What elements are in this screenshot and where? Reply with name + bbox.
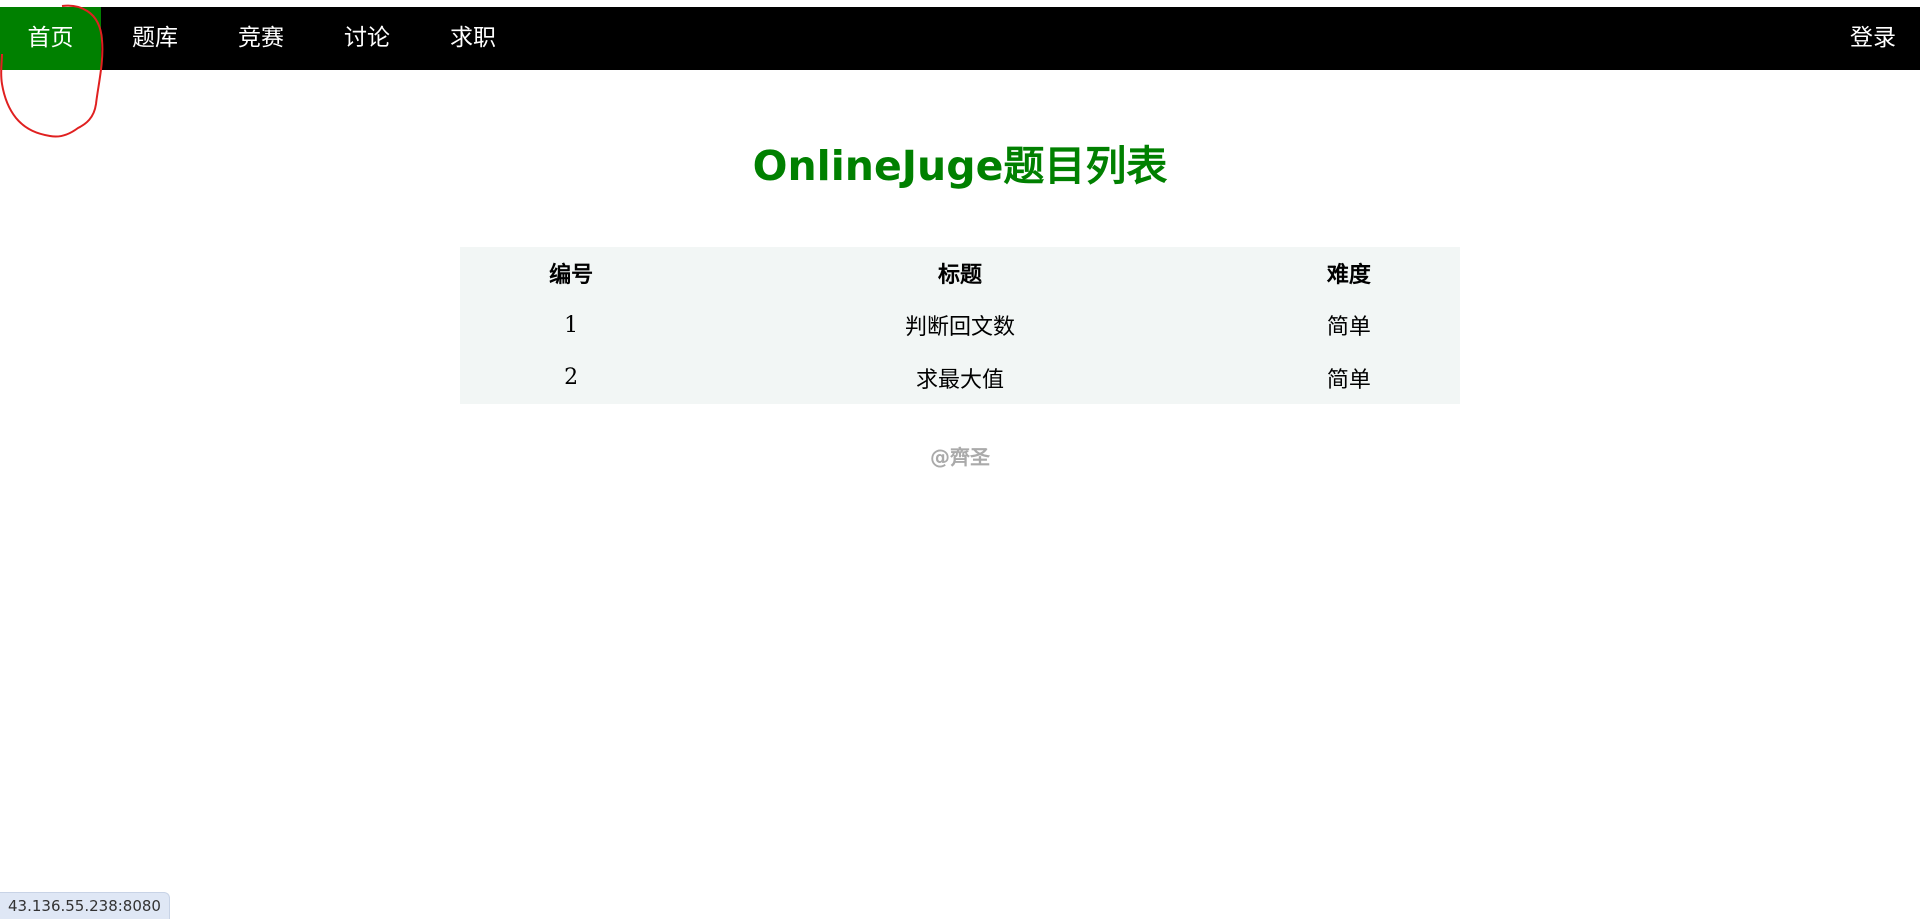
problem-table: 编号 标题 难度 1 判断回文数 简单 2 求最大值 简单 (460, 247, 1460, 404)
problem-title-link[interactable]: 判断回文数 (682, 299, 1238, 352)
table-header-row: 编号 标题 难度 (460, 247, 1460, 299)
nav-item-home[interactable]: 首页 (0, 7, 101, 70)
nav-item-contest[interactable]: 竞赛 (214, 7, 308, 70)
column-header-difficulty: 难度 (1326, 262, 1371, 288)
problem-id: 2 (564, 365, 579, 391)
nav-item-problem-bank[interactable]: 题库 (108, 7, 202, 70)
column-header-title: 标题 (937, 262, 982, 288)
page-title: OnlineJuge题目列表 (752, 142, 1168, 190)
problem-id: 1 (564, 312, 579, 338)
footer-credit: @齊圣 (930, 445, 990, 469)
login-link[interactable]: 登录 (1850, 7, 1896, 70)
nav-item-discussion[interactable]: 讨论 (320, 7, 414, 70)
table-row: 2 求最大值 简单 (460, 352, 1460, 405)
problem-title-link[interactable]: 求最大值 (682, 352, 1238, 405)
top-navbar: 首页 题库 竞赛 讨论 求职 登录 (0, 7, 1920, 70)
table-row: 1 判断回文数 简单 (460, 299, 1460, 352)
problem-difficulty: 简单 (1326, 315, 1371, 341)
problem-difficulty: 简单 (1326, 367, 1371, 393)
nav-item-jobs[interactable]: 求职 (426, 7, 520, 70)
browser-status-bar: 43.136.55.238:8080 (0, 892, 170, 919)
column-header-id: 编号 (549, 262, 594, 288)
